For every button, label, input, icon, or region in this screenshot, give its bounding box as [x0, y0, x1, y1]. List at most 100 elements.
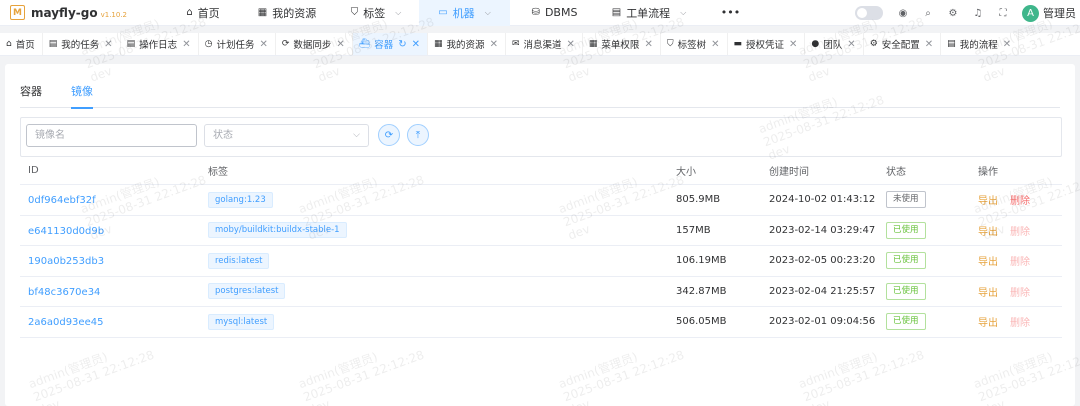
close-icon[interactable]: ✕ [490, 39, 498, 50]
nav-item-4[interactable]: ⛁ DBMS [510, 0, 599, 26]
tab-refresh-icon[interactable]: ↻ [398, 39, 406, 50]
image-id-link[interactable]: 0df964ebf32f [28, 195, 96, 206]
export-button[interactable]: 导出 [978, 196, 998, 207]
tab-2[interactable]: ▤ 操作日志 ✕ [121, 33, 199, 55]
delete-button: 删除 [1010, 257, 1030, 269]
table-header: ID 标签 大小 创建时间 状态 操作 [20, 157, 1062, 185]
fullscreen-icon[interactable]: ⛶ [997, 7, 1009, 19]
nav-item-2[interactable]: ⛉ 标签 ⌵ [333, 0, 419, 26]
document-icon: ▤ [126, 39, 136, 49]
close-icon[interactable]: ✕ [412, 39, 420, 50]
refresh-icon: ⟳ [281, 39, 290, 49]
image-name-input[interactable]: 镜像名 [26, 124, 197, 147]
image-created: 2023-02-04 21:25:57 [769, 285, 876, 297]
user-name[interactable]: 管理员 [1043, 5, 1076, 21]
tab-0[interactable]: ⌂ 首页 [0, 33, 43, 55]
nav-item-0[interactable]: ⌂ 首页 [165, 0, 241, 26]
image-id-link[interactable]: 2a6a0d93ee45 [28, 317, 103, 328]
nav-item-6[interactable]: ••• [699, 0, 762, 26]
export-button[interactable]: 导出 [978, 288, 998, 299]
delete-button: 删除 [1010, 226, 1030, 238]
tab-12[interactable]: ⚙ 安全配置 ✕ [864, 33, 942, 55]
theme-toggle[interactable] [855, 6, 883, 20]
nav-item-label: ••• [720, 6, 741, 19]
database-icon: ⛁ [531, 7, 540, 18]
refresh-button[interactable]: ⟳ [378, 124, 400, 146]
tab-8[interactable]: ▦ 菜单权限 ✕ [583, 33, 661, 55]
bookmark-icon: ⛉ [666, 39, 674, 49]
tab-3[interactable]: ◷ 计划任务 ✕ [199, 33, 276, 55]
bell-icon[interactable]: ♫ [972, 7, 984, 19]
image-id-link[interactable]: e641130d0d9b [28, 226, 104, 237]
image-id-link[interactable]: bf48c3670e34 [28, 287, 100, 298]
calendar-icon: ▤ [611, 7, 622, 18]
nav-item-label: 我的资源 [272, 6, 317, 20]
close-icon[interactable]: ✕ [644, 39, 652, 50]
tab-13[interactable]: ▤ 我的流程 ✕ [941, 33, 1020, 55]
upload-button[interactable]: ⤒ [407, 124, 429, 146]
tab-label: 操作日志 [139, 40, 178, 51]
refresh-icon: ⟳ [384, 129, 394, 141]
tab-1[interactable]: ▤ 我的任务 ✕ [43, 33, 121, 55]
tab-5[interactable]: ⛴ 容器 ↻ ✕ [352, 33, 429, 55]
image-tag-cell: golang:1.23 [208, 191, 676, 208]
nav-item-1[interactable]: ▦ 我的资源 [241, 0, 333, 26]
gear-icon[interactable]: ⚙ [947, 7, 959, 19]
tab-4[interactable]: ⟳ 数据同步 ✕ [276, 33, 353, 55]
status-badge: 已使用 [886, 313, 926, 331]
record-icon[interactable]: ◉ [897, 7, 909, 19]
tab-6[interactable]: ▦ 我的资源 ✕ [428, 33, 506, 55]
close-icon[interactable]: ✕ [847, 39, 855, 50]
close-icon[interactable]: ✕ [182, 39, 190, 50]
close-icon[interactable]: ✕ [789, 39, 797, 50]
image-tag-cell: moby/buildkit:buildx-stable-1 [208, 222, 676, 239]
image-size: 805.9MB [676, 194, 721, 206]
table-body: 0df964ebf32f golang:1.23 805.9MB 2024-10-02… [20, 185, 1062, 338]
image-created: 2023-02-05 00:23:20 [769, 255, 876, 267]
subtab-containers[interactable]: 容器 [20, 80, 42, 108]
app-logo[interactable]: M mayfly-go v1.10.2 [0, 0, 165, 26]
table-row: 190a0b253db3 redis:latest 106.19MB 2023-02-… [20, 246, 1062, 277]
close-icon[interactable]: ✕ [336, 39, 344, 50]
close-icon[interactable]: ✕ [104, 39, 112, 50]
export-button[interactable]: 导出 [978, 318, 998, 329]
close-icon[interactable]: ✕ [925, 39, 933, 50]
image-status-cell: 未使用 [886, 191, 978, 209]
close-icon[interactable]: ✕ [711, 39, 719, 50]
table-row: e641130d0d9b moby/buildkit:buildx-stable-… [20, 216, 1062, 246]
export-button[interactable]: 导出 [978, 257, 998, 268]
tab-9[interactable]: ⛉ 标签树 ✕ [661, 33, 728, 55]
monitor-icon: ▭ [438, 7, 448, 18]
col-status: 状态 [886, 167, 906, 178]
image-status-cell: 已使用 [886, 282, 978, 300]
tab-10[interactable]: ▬ 授权凭证 ✕ [728, 33, 806, 55]
avatar[interactable]: A [1022, 4, 1039, 22]
tab-7[interactable]: ✉ 消息渠道 ✕ [506, 33, 583, 55]
export-button[interactable]: 导出 [978, 227, 998, 238]
image-size: 157MB [676, 224, 711, 236]
app-version: v1.10.2 [100, 10, 128, 19]
chevron-down-icon: ⌵ [484, 7, 491, 17]
search-icon[interactable]: ⌕ [922, 7, 934, 19]
image-size: 106.19MB [676, 255, 727, 267]
image-tag-cell: postgres:latest [208, 283, 676, 300]
chevron-down-icon: ⌵ [353, 130, 360, 140]
nav-item-3[interactable]: ▭ 机器 ⌵ [419, 0, 510, 26]
tab-11[interactable]: ● 团队 ✕ [805, 33, 864, 55]
close-icon[interactable]: ✕ [1003, 39, 1011, 50]
image-created: 2024-10-02 01:43:12 [769, 194, 876, 206]
image-id-cell: 2a6a0d93ee45 [20, 315, 208, 328]
image-id-link[interactable]: 190a0b253db3 [28, 256, 104, 267]
nav-item-5[interactable]: ▤ 工单流程 ⌵ [599, 0, 699, 26]
tab-label: 标签树 [677, 40, 707, 51]
status-select-placeholder: 状态 [213, 130, 233, 141]
status-select[interactable]: 状态 ⌵ [204, 124, 369, 147]
top-header: M mayfly-go v1.10.2 ⌂ 首页 ▦ 我的资源 ⛉ 标签 ⌵ ▭ 机器 ⌵ ⛁ DBM… [0, 0, 1080, 26]
close-icon[interactable]: ✕ [259, 39, 267, 50]
image-status-cell: 已使用 [886, 221, 978, 239]
image-status-cell: 已使用 [886, 313, 978, 331]
close-icon[interactable]: ✕ [567, 39, 575, 50]
delete-button[interactable]: 删除 [1010, 196, 1030, 207]
subtab-images[interactable]: 镜像 [71, 80, 93, 109]
alarm-clock-icon: ◷ [204, 39, 213, 49]
